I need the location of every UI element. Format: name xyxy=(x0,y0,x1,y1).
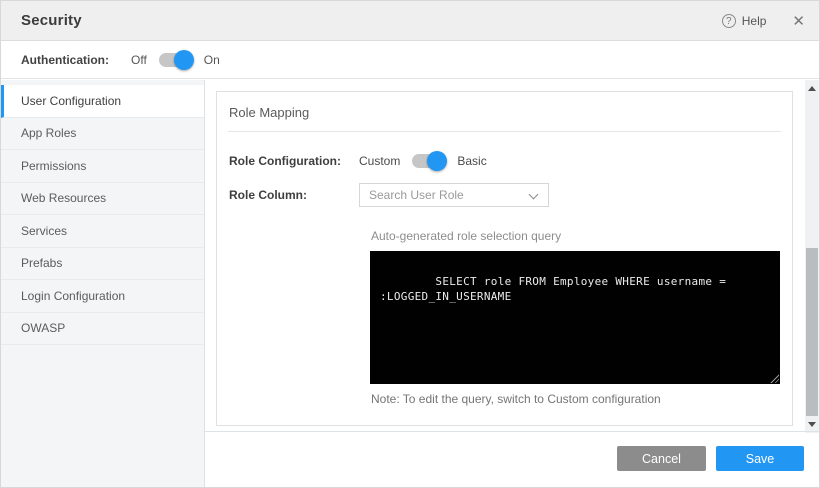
help-button[interactable]: ? Help xyxy=(722,14,767,28)
query-section-label: Auto-generated role selection query xyxy=(371,229,792,243)
sidebar-item-permissions[interactable]: Permissions xyxy=(1,150,204,183)
title-divider xyxy=(228,131,781,132)
sidebar-item-login-configuration[interactable]: Login Configuration xyxy=(1,280,204,313)
authentication-label: Authentication: xyxy=(21,53,109,67)
sidebar-item-prefabs[interactable]: Prefabs xyxy=(1,248,204,281)
sidebar-item-app-roles[interactable]: App Roles xyxy=(1,118,204,151)
role-column-label: Role Column: xyxy=(217,188,359,202)
main-content: Role Mapping Role Configuration: Custom … xyxy=(205,80,820,488)
page-title: Security xyxy=(21,12,82,29)
authentication-bar: Authentication: Off On xyxy=(1,41,820,79)
chevron-down-icon xyxy=(529,190,539,200)
close-icon[interactable]: ✕ xyxy=(788,10,809,32)
cancel-button[interactable]: Cancel xyxy=(617,446,706,471)
role-column-placeholder: Search User Role xyxy=(369,188,464,202)
role-column-row: Role Column: Search User Role xyxy=(217,183,792,207)
scroll-down-arrow-icon[interactable] xyxy=(805,418,819,431)
role-query-text: SELECT role FROM Employee WHERE username… xyxy=(380,275,733,303)
dialog-header: Security ? Help ✕ xyxy=(1,1,820,41)
toggle-knob xyxy=(174,50,194,70)
authentication-on-label: On xyxy=(204,53,220,67)
footer-divider xyxy=(205,431,820,432)
query-note: Note: To edit the query, switch to Custo… xyxy=(371,392,792,406)
role-configuration-label: Role Configuration: xyxy=(217,154,359,168)
security-dialog: Security ? Help ✕ Authentication: Off On… xyxy=(0,0,820,488)
resize-handle-icon[interactable] xyxy=(769,373,779,383)
save-button[interactable]: Save xyxy=(716,446,804,471)
role-configuration-row: Role Configuration: Custom Basic xyxy=(217,153,792,169)
role-mapping-card: Role Mapping Role Configuration: Custom … xyxy=(216,91,793,426)
settings-sidebar: User Configuration App Roles Permissions… xyxy=(1,80,205,488)
basic-option-label: Basic xyxy=(457,154,486,168)
role-mapping-title: Role Mapping xyxy=(217,92,792,131)
authentication-toggle[interactable] xyxy=(159,52,192,68)
sidebar-item-owasp[interactable]: OWASP xyxy=(1,313,204,346)
sidebar-item-services[interactable]: Services xyxy=(1,215,204,248)
custom-option-label: Custom xyxy=(359,154,400,168)
vertical-scrollbar xyxy=(805,80,819,433)
role-query-textarea[interactable]: SELECT role FROM Employee WHERE username… xyxy=(370,251,780,384)
authentication-off-label: Off xyxy=(131,53,147,67)
scrollbar-thumb[interactable] xyxy=(806,248,818,416)
sidebar-item-user-configuration[interactable]: User Configuration xyxy=(1,85,204,118)
role-configuration-toggle[interactable] xyxy=(412,153,445,169)
help-label: Help xyxy=(742,14,767,28)
help-icon: ? xyxy=(722,14,736,28)
toggle-knob xyxy=(427,151,447,171)
sidebar-item-web-resources[interactable]: Web Resources xyxy=(1,183,204,216)
role-column-select[interactable]: Search User Role xyxy=(359,183,549,207)
scroll-up-arrow-icon[interactable] xyxy=(805,82,819,95)
